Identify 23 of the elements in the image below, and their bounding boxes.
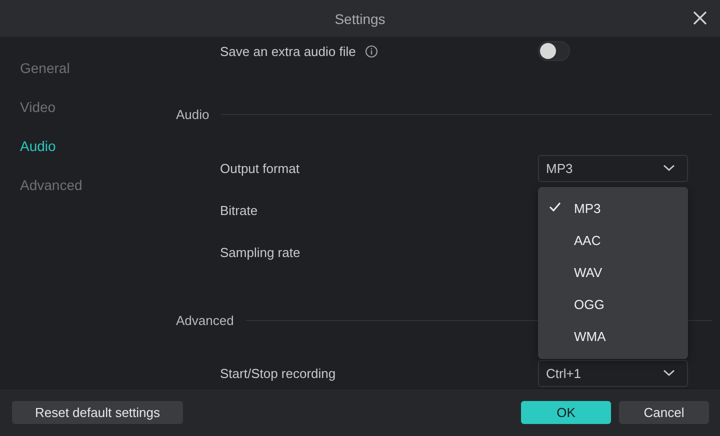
dialog-button[interactable]: Cancel bbox=[619, 401, 709, 424]
chevron-down-icon bbox=[663, 369, 675, 377]
menu-option[interactable]: WMA bbox=[538, 320, 688, 352]
window-title: Settings bbox=[334, 10, 386, 26]
select-field[interactable]: MP3 bbox=[538, 154, 688, 182]
sidebar-item[interactable]: Audio bbox=[0, 132, 160, 160]
info-icon bbox=[364, 44, 378, 58]
setting-label: Bitrate bbox=[220, 202, 258, 218]
setting-label: Save an extra audio file bbox=[220, 44, 356, 58]
menu-option[interactable]: OGG bbox=[538, 288, 688, 320]
menu-option[interactable]: MP3 bbox=[538, 192, 688, 224]
section-heading: Audio bbox=[176, 106, 210, 122]
setting-label: Sampling rate bbox=[220, 244, 300, 260]
select-field[interactable]: Ctrl+1 bbox=[538, 360, 688, 386]
menu-option[interactable]: AAC bbox=[538, 224, 688, 256]
toggle-switch[interactable] bbox=[538, 41, 570, 61]
setting-label: Output format bbox=[220, 160, 300, 176]
chevron-down-icon bbox=[663, 164, 675, 172]
section-heading: Advanced bbox=[176, 312, 234, 328]
dialog-button[interactable]: OK bbox=[521, 401, 611, 424]
menu-option[interactable]: WAV bbox=[538, 256, 688, 288]
setting-label: Start/Stop recording bbox=[220, 366, 336, 380]
dialog-button[interactable]: Reset default settings bbox=[12, 401, 183, 424]
